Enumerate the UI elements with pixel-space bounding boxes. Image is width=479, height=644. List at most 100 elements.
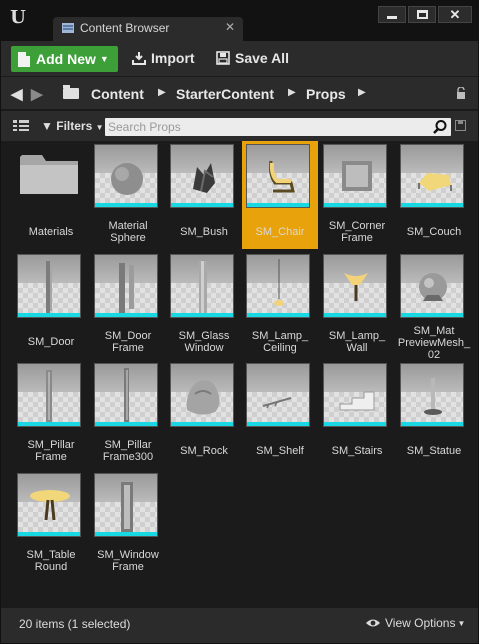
- asset-thumbnail: [323, 363, 387, 427]
- asset-label: SM_Statue: [406, 445, 462, 457]
- tab-close-icon[interactable]: ✕: [225, 20, 235, 34]
- shelf-mesh-icon: [262, 397, 292, 409]
- asset-tile[interactable]: SM_Bush: [166, 141, 242, 249]
- breadcrumb-content[interactable]: Content: [91, 86, 144, 102]
- sources-panel-icon[interactable]: [13, 120, 29, 132]
- asset-thumbnail: [94, 254, 158, 318]
- asset-tile[interactable]: SM_Couch: [396, 141, 472, 249]
- chevron-down-icon: ▼: [457, 618, 466, 628]
- lampwall-mesh-icon: [344, 273, 368, 301]
- asset-thumbnail: [170, 254, 234, 318]
- maximize-button[interactable]: [408, 6, 436, 23]
- bush-mesh-icon: [193, 163, 215, 193]
- save-icon: [216, 51, 230, 65]
- asset-label: SM_Pillar Frame: [27, 439, 75, 463]
- table-mesh-icon: [30, 490, 70, 521]
- chevron-down-icon: ▼: [99, 54, 109, 64]
- asset-label: Materials: [28, 226, 74, 238]
- asset-label: SM_Door Frame: [104, 330, 152, 354]
- statue-mesh-icon: [424, 378, 442, 415]
- asset-tile[interactable]: SM_Door: [13, 251, 89, 359]
- asset-tile[interactable]: Material Sphere: [90, 141, 166, 249]
- couch-mesh-icon: [418, 173, 452, 191]
- folder-icon: [63, 85, 79, 99]
- asset-thumbnail: [323, 144, 387, 208]
- filters-button[interactable]: ▼ Filters ▼: [41, 119, 104, 133]
- asset-thumbnail: [246, 254, 310, 318]
- close-window-button[interactable]: ✕: [438, 6, 472, 23]
- minimize-button[interactable]: [378, 6, 406, 23]
- asset-label: SM_Bush: [180, 226, 228, 238]
- asset-tile[interactable]: SM_Lamp_ Wall: [319, 251, 395, 359]
- import-button[interactable]: Import: [132, 50, 195, 66]
- asset-tile[interactable]: SM_Chair: [242, 141, 318, 249]
- stairs-mesh-icon: [339, 391, 375, 411]
- filters-label: Filters: [56, 119, 93, 133]
- import-label: Import: [151, 50, 195, 66]
- asset-tile[interactable]: SM_Mat PreviewMesh_ 02: [396, 251, 472, 361]
- corner-mesh-icon: [342, 161, 372, 191]
- asset-tile[interactable]: SM_Rock: [166, 360, 242, 468]
- asset-tile[interactable]: SM_Lamp_ Ceiling: [242, 251, 318, 359]
- breadcrumb-startercontent[interactable]: StarterContent: [176, 86, 274, 102]
- pillar-mesh-icon: [46, 370, 52, 422]
- asset-thumbnail: [246, 363, 310, 427]
- asset-thumbnail: [323, 254, 387, 318]
- asset-tile[interactable]: SM_Pillar Frame300: [90, 360, 166, 468]
- view-options-label: View Options: [385, 616, 456, 630]
- breadcrumb-separator-icon[interactable]: ▶: [358, 87, 366, 98]
- asset-label: SM_Lamp_ Ceiling: [251, 330, 309, 354]
- window-controls: ✕: [378, 6, 472, 23]
- search-input[interactable]: [105, 118, 425, 136]
- asset-tile[interactable]: SM_Stairs: [319, 360, 395, 468]
- filter-funnel-icon: ▼: [41, 119, 53, 133]
- asset-tile[interactable]: SM_Window Frame: [90, 470, 166, 578]
- breadcrumb-separator-icon[interactable]: ▶: [288, 87, 296, 98]
- asset-thumbnail: [17, 473, 81, 537]
- save-search-icon[interactable]: [455, 120, 466, 131]
- close-icon: ✕: [449, 7, 461, 22]
- filter-row: ▼ Filters ▼: [1, 111, 478, 141]
- asset-tile[interactable]: SM_Corner Frame: [319, 141, 395, 249]
- asset-tile[interactable]: SM_Statue: [396, 360, 472, 468]
- new-document-icon: [18, 51, 30, 67]
- asset-label: SM_Couch: [406, 226, 462, 238]
- view-options-button[interactable]: View Options ▼: [365, 616, 465, 630]
- title-bar: U Content Browser ✕ ✕: [1, 1, 478, 41]
- asset-label: SM_Shelf: [256, 445, 304, 457]
- asset-tile[interactable]: SM_Door Frame: [90, 251, 166, 359]
- lock-icon[interactable]: [456, 87, 466, 99]
- asset-thumbnail: [170, 363, 234, 427]
- door-mesh-icon: [46, 261, 52, 313]
- path-bar: ◀ ▶ Content ▶ StarterContent ▶ Props ▶: [1, 77, 478, 110]
- asset-label: SM_Table Round: [26, 549, 76, 573]
- back-arrow-icon[interactable]: ◀: [11, 85, 23, 103]
- asset-label: SM_Stairs: [331, 445, 383, 457]
- asset-tile[interactable]: SM_Table Round: [13, 470, 89, 578]
- lampceiling-mesh-icon: [274, 259, 284, 306]
- sphere-mesh-icon: [111, 163, 143, 195]
- asset-tile[interactable]: SM_Pillar Frame: [13, 360, 89, 468]
- add-new-button[interactable]: Add New ▼: [11, 46, 118, 72]
- breadcrumb-separator-icon[interactable]: ▶: [158, 87, 166, 98]
- forward-arrow-icon[interactable]: ▶: [31, 85, 43, 103]
- save-all-button[interactable]: Save All: [216, 50, 289, 66]
- asset-tile[interactable]: SM_Glass Window: [166, 251, 242, 359]
- breadcrumb-props[interactable]: Props: [306, 86, 346, 102]
- asset-thumbnail: [17, 254, 81, 318]
- search-icon[interactable]: [432, 119, 448, 135]
- asset-tile[interactable]: Materials: [13, 141, 89, 249]
- asset-grid: Materials Material Sphere SM_Bush SM_Chair S…: [1, 141, 478, 607]
- status-bar: 20 items (1 selected) View Options ▼: [1, 607, 478, 643]
- asset-tile[interactable]: SM_Shelf: [242, 360, 318, 468]
- asset-label: SM_Window Frame: [97, 549, 159, 573]
- chevron-down-icon: ▼: [95, 123, 104, 132]
- tab-content-browser[interactable]: Content Browser ✕: [53, 17, 243, 41]
- folder-icon: [20, 155, 78, 194]
- content-browser-icon: [62, 23, 74, 33]
- asset-thumbnail: [17, 363, 81, 427]
- asset-thumbnail: [400, 144, 464, 208]
- asset-thumbnail: [170, 144, 234, 208]
- chair-mesh-icon: [269, 160, 295, 193]
- asset-thumbnail: [94, 144, 158, 208]
